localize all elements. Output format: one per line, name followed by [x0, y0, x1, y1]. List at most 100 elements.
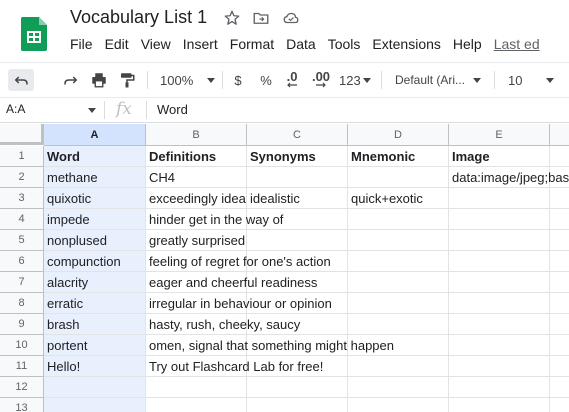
grid-cell[interactable]: greatly surprised [146, 230, 247, 251]
menu-edit[interactable]: Edit [99, 34, 135, 56]
row-header[interactable]: 6 [0, 251, 44, 272]
grid-cell[interactable] [449, 209, 550, 230]
document-title[interactable]: Vocabulary List 1 [70, 7, 207, 28]
last-edit-link[interactable]: Last ed [488, 34, 546, 56]
paint-format-icon[interactable] [114, 69, 140, 91]
grid-cell[interactable] [348, 272, 449, 293]
header-cell[interactable]: Synonyms [247, 146, 348, 167]
grid-cell[interactable] [348, 314, 449, 335]
grid-cell[interactable] [348, 356, 449, 377]
grid-cell[interactable] [449, 398, 550, 412]
decrease-decimal-button[interactable]: .0 [282, 69, 302, 91]
header-cell[interactable]: Definitions [146, 146, 247, 167]
row-header[interactable]: 9 [0, 314, 44, 335]
row-header[interactable]: 1 [0, 146, 44, 167]
grid-cell[interactable] [550, 314, 569, 335]
grid-cell[interactable] [348, 293, 449, 314]
menu-extensions[interactable]: Extensions [366, 34, 446, 56]
grid-cell[interactable]: hinder get in the way of [146, 209, 283, 230]
grid-cell[interactable] [348, 209, 449, 230]
row-header[interactable]: 2 [0, 167, 44, 188]
column-header-a[interactable]: A [44, 124, 146, 146]
grid-cell[interactable]: erratic [44, 293, 146, 314]
grid-cell[interactable]: hasty, rush, cheeky, saucy [146, 314, 300, 335]
grid-cell[interactable]: feeling of regret for one's action [146, 251, 331, 272]
grid-cell[interactable] [146, 398, 247, 412]
sheets-logo-icon[interactable] [21, 17, 47, 51]
header-cell[interactable]: Word [44, 146, 146, 167]
grid-cell[interactable]: data:image/jpeg;bas [449, 167, 569, 188]
grid-cell[interactable] [449, 272, 550, 293]
chevron-down-icon[interactable] [88, 108, 96, 113]
grid-cell[interactable] [44, 377, 146, 398]
grid-cell[interactable] [449, 188, 550, 209]
grid-cell[interactable]: CH4 [146, 167, 247, 188]
row-header[interactable]: 11 [0, 356, 44, 377]
zoom-select[interactable]: 100% [160, 69, 216, 91]
grid-cell[interactable]: alacrity [44, 272, 146, 293]
grid-cell[interactable]: idealistic [247, 188, 348, 209]
grid-cell[interactable] [550, 251, 569, 272]
grid-cell[interactable] [247, 230, 348, 251]
menu-view[interactable]: View [135, 34, 177, 56]
grid-cell[interactable] [348, 167, 449, 188]
grid-cell[interactable]: quixotic [44, 188, 146, 209]
grid-cell[interactable] [348, 377, 449, 398]
row-header[interactable]: 3 [0, 188, 44, 209]
grid-cell[interactable] [449, 335, 550, 356]
column-header-b[interactable]: B [146, 124, 247, 146]
formula-input[interactable]: Word [157, 102, 188, 117]
column-header-partial[interactable] [550, 124, 569, 146]
select-all-corner[interactable] [0, 124, 44, 145]
column-header-e[interactable]: E [449, 124, 550, 146]
grid-cell[interactable] [550, 335, 569, 356]
grid-cell[interactable] [247, 377, 348, 398]
grid-cell[interactable] [550, 188, 569, 209]
star-icon[interactable] [223, 9, 241, 27]
menu-insert[interactable]: Insert [177, 34, 224, 56]
grid-cell[interactable]: Hello! [44, 356, 146, 377]
row-header[interactable]: 13 [0, 398, 44, 412]
grid-cell[interactable] [550, 356, 569, 377]
grid-cell[interactable] [348, 398, 449, 412]
font-size-select[interactable]: 10 [508, 69, 560, 91]
row-header[interactable]: 4 [0, 209, 44, 230]
font-family-select[interactable]: Default (Ari... [395, 69, 485, 91]
grid-cell[interactable]: omen, signal that something might happen [146, 335, 394, 356]
grid-cell[interactable] [348, 230, 449, 251]
grid-cell[interactable]: impede [44, 209, 146, 230]
grid-cell[interactable] [449, 377, 550, 398]
grid-cell[interactable]: Try out Flashcard Lab for free! [146, 356, 323, 377]
menu-help[interactable]: Help [447, 34, 488, 56]
grid-cell[interactable] [247, 398, 348, 412]
grid-cell[interactable] [550, 146, 569, 167]
grid-cell[interactable] [146, 377, 247, 398]
grid-cell[interactable]: irregular in behaviour or opinion [146, 293, 332, 314]
grid-cell[interactable] [550, 230, 569, 251]
grid-cell[interactable] [550, 377, 569, 398]
grid-cell[interactable]: quick+exotic [348, 188, 449, 209]
grid-cell[interactable] [449, 230, 550, 251]
grid-cell[interactable]: methane [44, 167, 146, 188]
undo-icon[interactable] [8, 69, 34, 91]
column-header-c[interactable]: C [247, 124, 348, 146]
move-folder-icon[interactable] [252, 9, 270, 27]
percent-format-button[interactable]: % [256, 69, 276, 91]
menu-file[interactable]: File [64, 34, 99, 56]
grid-cell[interactable] [247, 167, 348, 188]
grid-cell[interactable]: eager and cheerful readiness [146, 272, 317, 293]
row-header[interactable]: 7 [0, 272, 44, 293]
menu-tools[interactable]: Tools [322, 34, 367, 56]
menu-data[interactable]: Data [280, 34, 322, 56]
grid-cell[interactable]: compunction [44, 251, 146, 272]
cloud-status-icon[interactable] [282, 9, 300, 27]
grid-cell[interactable] [550, 293, 569, 314]
grid-cell[interactable] [449, 251, 550, 272]
grid-cell[interactable]: nonplused [44, 230, 146, 251]
grid-cell[interactable] [44, 398, 146, 412]
row-header[interactable]: 8 [0, 293, 44, 314]
name-box[interactable]: A:A [6, 102, 25, 116]
increase-decimal-button[interactable]: .00 [309, 69, 333, 91]
grid-cell[interactable] [550, 272, 569, 293]
header-cell[interactable]: Image [449, 146, 550, 167]
